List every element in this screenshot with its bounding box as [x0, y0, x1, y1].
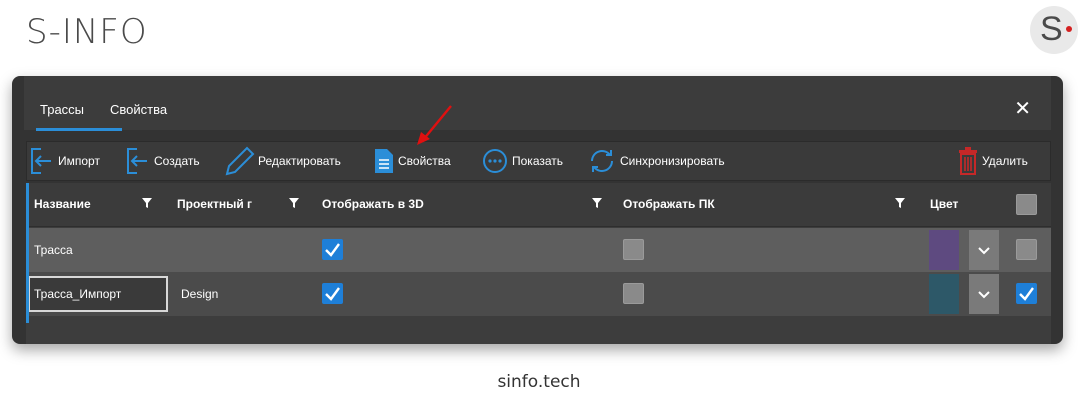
check-icon [325, 287, 340, 301]
import-icon [31, 148, 51, 174]
column-show-pk[interactable]: Отображать ПК [623, 197, 715, 211]
table-row[interactable]: Трасса [26, 228, 1051, 272]
properties-button[interactable]: Свойства [373, 142, 451, 180]
page: S-INFO S Трассы Свойства ✕ Импорт Создат… [0, 0, 1078, 394]
logo-letter: S [1040, 10, 1063, 48]
check-icon [1019, 287, 1034, 301]
show-pk-checkbox[interactable] [623, 239, 644, 260]
color-swatch[interactable] [929, 230, 959, 270]
create-button[interactable]: Создать [125, 142, 200, 180]
row-project: Design [181, 287, 219, 301]
select-all-checkbox[interactable] [1016, 194, 1037, 215]
show-3d-checkbox[interactable] [322, 239, 343, 260]
filter-icon[interactable] [591, 197, 603, 209]
row-select-checkbox[interactable] [1016, 239, 1037, 260]
import-button[interactable]: Импорт [29, 142, 100, 180]
column-project[interactable]: Проектный г [177, 197, 252, 211]
footer-url: sinfo.tech [497, 372, 581, 392]
color-swatch[interactable] [929, 274, 959, 314]
column-color[interactable]: Цвет [930, 197, 958, 211]
tab-properties[interactable]: Свойства [110, 102, 167, 117]
brand-title: S-INFO [26, 12, 148, 52]
import-label: Импорт [58, 154, 100, 168]
edit-button[interactable]: Редактировать [223, 142, 341, 180]
color-dropdown[interactable] [969, 230, 999, 270]
brand-logo: S [1030, 6, 1078, 54]
filter-icon[interactable] [894, 197, 906, 209]
table-row[interactable]: Трасса_Импорт Design [26, 272, 1051, 316]
trash-icon [959, 147, 977, 175]
row-accent-bar [26, 183, 29, 323]
row-name: Трасса [34, 243, 73, 257]
filter-icon[interactable] [141, 197, 153, 209]
show-button[interactable]: Показать [481, 142, 563, 180]
toolbar: Импорт Создать Редактировать Свойства По… [26, 141, 1051, 181]
filter-icon[interactable] [288, 197, 300, 209]
chevron-down-icon [978, 291, 990, 299]
sync-button[interactable]: Синхронизировать [587, 142, 725, 180]
routes-grid: Название Проектный г Отображать в 3D Ото… [26, 183, 1051, 344]
create-icon [127, 148, 147, 174]
show-label: Показать [512, 154, 564, 168]
column-name[interactable]: Название [34, 197, 91, 211]
app-window: Трассы Свойства ✕ Импорт Создать Редакти… [12, 76, 1063, 344]
close-icon[interactable]: ✕ [1014, 96, 1031, 120]
sync-icon [591, 150, 613, 172]
delete-button[interactable]: Удалить [957, 142, 1028, 180]
logo-dot-icon [1066, 26, 1072, 32]
properties-label: Свойства [398, 154, 451, 168]
create-label: Создать [154, 154, 200, 168]
edit-label: Редактировать [258, 154, 341, 168]
row-select-checkbox[interactable] [1016, 283, 1037, 304]
delete-label: Удалить [982, 154, 1028, 168]
color-dropdown[interactable] [969, 274, 999, 314]
show-pk-checkbox[interactable] [623, 283, 644, 304]
tab-bar: Трассы Свойства ✕ [24, 76, 1051, 131]
grid-header: Название Проектный г Отображать в 3D Ото… [26, 183, 1051, 227]
column-show-3d[interactable]: Отображать в 3D [322, 197, 424, 211]
red-arrow-icon [417, 105, 452, 145]
check-icon [325, 243, 340, 257]
row-name: Трасса_Импорт [34, 287, 122, 301]
document-icon [375, 149, 393, 173]
sync-label: Синхронизировать [620, 154, 725, 168]
chevron-down-icon [978, 247, 990, 255]
show-3d-checkbox[interactable] [322, 283, 343, 304]
active-tab-indicator [36, 128, 122, 131]
pencil-icon [225, 146, 255, 176]
show-icon [483, 149, 507, 173]
tab-routes[interactable]: Трассы [40, 102, 84, 117]
